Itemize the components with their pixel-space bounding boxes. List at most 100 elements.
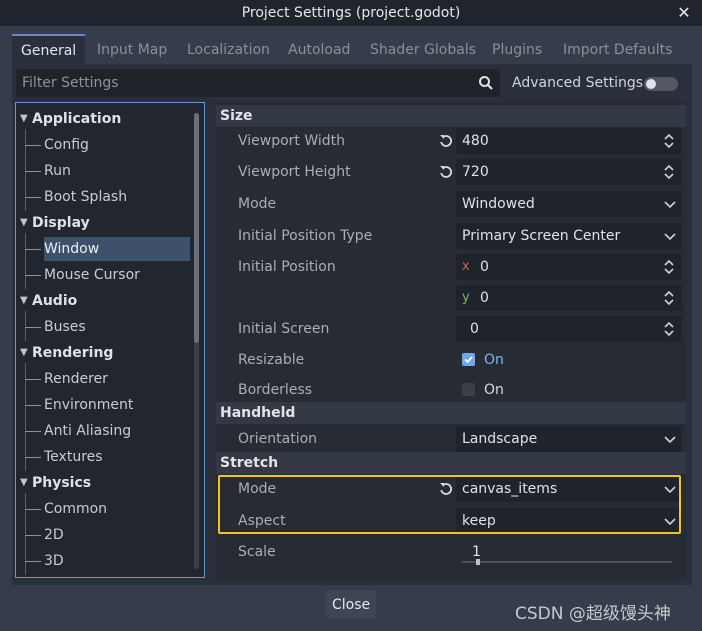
prop-orientation: Orientation Landscape xyxy=(216,424,684,454)
prop-label: Scale xyxy=(238,544,276,560)
prop-initial-position-type: Initial Position Type Primary Screen Cen… xyxy=(216,221,684,251)
close-button[interactable]: Close xyxy=(326,590,376,618)
chevron-down-icon: ▼ xyxy=(20,217,28,228)
checkmark-icon xyxy=(464,356,473,364)
scale-slider-grabber[interactable] xyxy=(476,559,480,565)
chevron-down-icon: ▼ xyxy=(20,347,28,358)
tab-autoload[interactable]: Autoload xyxy=(279,36,359,64)
initial-position-y-field[interactable]: y 0 xyxy=(456,285,682,311)
mode-dropdown[interactable]: Windowed xyxy=(456,191,682,217)
tree-item-renderer[interactable]: Renderer xyxy=(44,367,108,391)
tree-item-textures[interactable]: Textures xyxy=(44,445,103,469)
scale-slider-track[interactable] xyxy=(462,561,672,563)
tree-scrollbar[interactable] xyxy=(194,113,199,569)
tree-guide-line xyxy=(25,327,41,328)
tree-guide-line xyxy=(25,233,26,289)
resizable-checkbox[interactable] xyxy=(462,353,475,366)
tree-guide-line xyxy=(25,509,41,510)
tree-section-physics[interactable]: ▼ Physics xyxy=(20,471,91,495)
field-value: Landscape xyxy=(462,431,538,447)
tree-item-config[interactable]: Config xyxy=(44,133,89,157)
field-value: 0 xyxy=(480,259,489,275)
settings-tree: ▼ Application Config Run Boot Splash ▼ Dis… xyxy=(15,102,205,578)
tab-shader-globals[interactable]: Shader Globals xyxy=(361,36,485,64)
chevron-down-icon xyxy=(664,233,676,241)
tab-general[interactable]: General xyxy=(12,34,86,66)
section-stretch: Stretch xyxy=(216,452,686,474)
checkbox-label: On xyxy=(484,382,504,398)
tree-section-label: Display xyxy=(32,215,90,231)
spinner-icon[interactable] xyxy=(664,133,674,149)
tree-section-display[interactable]: ▼ Display xyxy=(20,211,90,235)
title-bar: Project Settings (project.godot) ✕ xyxy=(0,0,702,26)
tree-guide-line xyxy=(25,405,41,406)
tree-item-window[interactable]: Window xyxy=(44,237,190,261)
revert-icon[interactable] xyxy=(438,133,454,149)
initial-position-x-field[interactable]: x 0 xyxy=(456,254,682,280)
tree-guide-line xyxy=(25,431,41,432)
borderless-checkbox-field[interactable]: On xyxy=(456,377,682,403)
revert-icon[interactable] xyxy=(438,164,454,180)
tree-item-3d[interactable]: 3D xyxy=(44,549,64,573)
borderless-checkbox[interactable] xyxy=(462,383,475,396)
prop-label: Viewport Height xyxy=(238,164,351,180)
prop-label: Initial Position Type xyxy=(238,228,373,244)
prop-label: Viewport Width xyxy=(238,133,346,149)
tree-section-label: Audio xyxy=(32,293,78,309)
prop-initial-position-y: y 0 xyxy=(216,283,684,313)
tree-guide-line xyxy=(25,535,41,536)
tab-import-defaults[interactable]: Import Defaults xyxy=(554,36,681,64)
tree-item-boot-splash[interactable]: Boot Splash xyxy=(44,185,127,209)
prop-viewport-width: Viewport Width 480 xyxy=(216,126,684,156)
initial-position-type-dropdown[interactable]: Primary Screen Center xyxy=(456,223,682,249)
chevron-down-icon: ▼ xyxy=(20,477,28,488)
chevron-down-icon xyxy=(664,436,676,444)
tree-item-2d[interactable]: 2D xyxy=(44,523,64,547)
tab-localization[interactable]: Localization xyxy=(178,36,279,64)
spinner-icon[interactable] xyxy=(664,164,674,180)
tab-input-map[interactable]: Input Map xyxy=(88,36,176,64)
tree-item-mouse-cursor[interactable]: Mouse Cursor xyxy=(44,263,140,287)
tree-guide-line xyxy=(25,129,26,211)
tree-guide-line xyxy=(25,493,26,575)
chevron-down-icon: ▼ xyxy=(20,295,28,306)
prop-initial-position: Initial Position x 0 xyxy=(216,252,684,282)
tree-section-application[interactable]: ▼ Application xyxy=(20,107,121,131)
tree-item-buses[interactable]: Buses xyxy=(44,315,86,339)
advanced-settings-toggle[interactable] xyxy=(644,77,678,91)
resizable-checkbox-field[interactable]: On xyxy=(456,347,682,373)
viewport-height-field[interactable]: 720 xyxy=(456,159,682,185)
initial-screen-field[interactable]: 0 xyxy=(456,316,682,342)
tree-section-rendering[interactable]: ▼ Rendering xyxy=(20,341,113,365)
tree-guide-line xyxy=(25,457,41,458)
tree-item-run[interactable]: Run xyxy=(44,159,71,183)
axis-y-label: y xyxy=(462,290,470,305)
tree-item-common[interactable]: Common xyxy=(44,497,107,521)
orientation-dropdown[interactable]: Landscape xyxy=(456,426,682,452)
viewport-width-field[interactable]: 480 xyxy=(456,128,682,154)
axis-x-label: x xyxy=(462,259,470,274)
tab-plugins[interactable]: Plugins xyxy=(483,36,551,64)
search-icon xyxy=(479,76,493,90)
prop-label: Orientation xyxy=(238,431,318,447)
close-icon[interactable]: ✕ xyxy=(674,0,694,26)
tree-item-environment[interactable]: Environment xyxy=(44,393,133,417)
tree-scrollbar-thumb[interactable] xyxy=(194,113,199,343)
highlight-box xyxy=(218,475,681,534)
advanced-settings-label: Advanced Settings xyxy=(512,75,644,91)
prop-borderless: Borderless On xyxy=(216,375,684,405)
prop-mode: Mode Windowed xyxy=(216,189,684,219)
field-value: 0 xyxy=(480,290,489,306)
spinner-icon[interactable] xyxy=(664,290,674,306)
filter-input[interactable] xyxy=(16,69,500,97)
spinner-icon[interactable] xyxy=(664,321,674,337)
field-value: 480 xyxy=(462,133,489,149)
spinner-icon[interactable] xyxy=(664,259,674,275)
tree-section-audio[interactable]: ▼ Audio xyxy=(20,289,77,313)
section-size: Size xyxy=(216,105,686,127)
field-value: Primary Screen Center xyxy=(462,228,621,244)
checkbox-label: On xyxy=(484,352,504,368)
tree-section-label: Application xyxy=(32,111,122,127)
tree-guide-line xyxy=(25,275,41,276)
tree-item-anti-aliasing[interactable]: Anti Aliasing xyxy=(44,419,131,443)
